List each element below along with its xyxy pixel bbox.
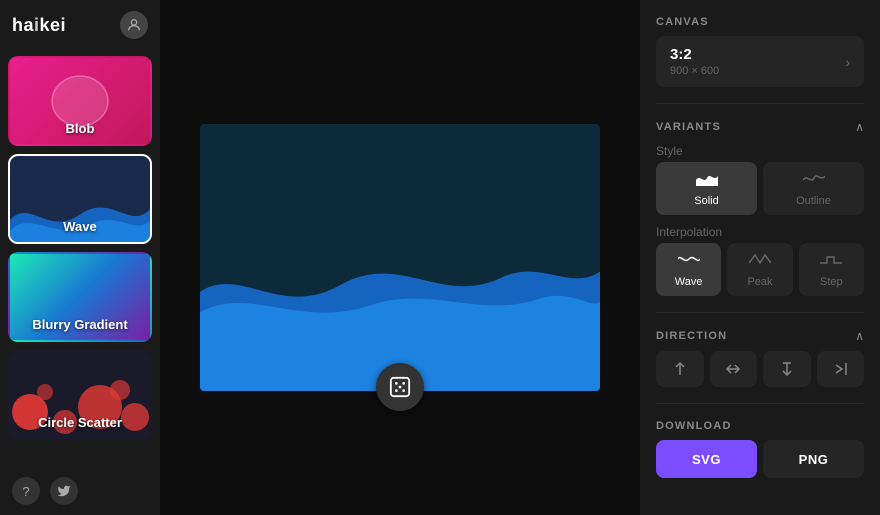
style-label: Style	[656, 144, 864, 158]
variants-section-header: VARIANTS ∧	[656, 120, 864, 134]
sidebar-items: Blob Wave Blurry Gradient	[0, 50, 160, 467]
help-icon[interactable]: ?	[12, 477, 40, 505]
direction-down-btn[interactable]	[763, 351, 811, 387]
interpolation-label: Interpolation	[656, 225, 864, 239]
download-section: DOWNLOAD SVG PNG	[656, 420, 864, 478]
canvas-dimensions: 900 × 600	[670, 65, 719, 77]
solid-icon	[696, 170, 718, 191]
step-icon	[820, 251, 842, 272]
wave-interp-icon	[678, 251, 700, 272]
sidebar-footer: ?	[0, 467, 160, 515]
style-group: Style Solid Outline	[656, 144, 864, 215]
interp-wave-btn[interactable]: Wave	[656, 243, 721, 296]
sidebar-item-circle-scatter-label: Circle Scatter	[10, 415, 150, 430]
style-btn-group: Solid Outline	[656, 162, 864, 215]
peak-icon	[749, 251, 771, 272]
divider-2	[656, 312, 864, 313]
interpolation-group: Interpolation Wave P	[656, 225, 864, 296]
logo: haikei	[12, 15, 66, 36]
style-solid-label: Solid	[694, 195, 718, 207]
interp-peak-label: Peak	[747, 276, 772, 288]
divider-1	[656, 103, 864, 104]
sidebar-item-wave-label: Wave	[10, 219, 150, 234]
direction-section-title: DIRECTION	[656, 330, 727, 342]
avatar-icon[interactable]	[120, 11, 148, 39]
canvas-size-info: 3:2 900 × 600	[670, 46, 719, 77]
direction-up-btn[interactable]	[710, 351, 758, 387]
main-area	[160, 0, 640, 515]
interpolation-btn-group: Wave Peak Step	[656, 243, 864, 296]
interp-wave-label: Wave	[675, 276, 703, 288]
style-outline-btn[interactable]: Outline	[763, 162, 864, 215]
variants-chevron-icon: ∧	[855, 120, 864, 134]
direction-section: DIRECTION ∧	[656, 329, 864, 387]
right-panel: CANVAS 3:2 900 × 600 › VARIANTS ∧ Style	[640, 0, 880, 515]
variants-section-title: VARIANTS	[656, 121, 721, 133]
outline-icon	[803, 170, 825, 191]
style-outline-label: Outline	[796, 195, 831, 207]
direction-left-btn[interactable]	[656, 351, 704, 387]
canvas-section-title: CANVAS	[656, 16, 864, 28]
sidebar-item-circle-scatter[interactable]: Circle Scatter	[8, 350, 152, 440]
direction-btn-group	[656, 351, 864, 387]
direction-right-btn[interactable]	[817, 351, 865, 387]
sidebar-header: haikei	[0, 0, 160, 50]
download-btn-group: SVG PNG	[656, 440, 864, 478]
sidebar-item-blob[interactable]: Blob	[8, 56, 152, 146]
sidebar-item-blurry-gradient[interactable]: Blurry Gradient	[8, 252, 152, 342]
sidebar-item-wave[interactable]: Wave	[8, 154, 152, 244]
download-png-btn[interactable]: PNG	[763, 440, 864, 478]
sidebar-item-blurry-label: Blurry Gradient	[10, 317, 150, 332]
canvas-preview	[200, 124, 600, 391]
download-section-title: DOWNLOAD	[656, 420, 864, 432]
direction-chevron-icon: ∧	[855, 329, 864, 343]
twitter-icon[interactable]	[50, 477, 78, 505]
divider-3	[656, 403, 864, 404]
interp-step-label: Step	[820, 276, 843, 288]
style-solid-btn[interactable]: Solid	[656, 162, 757, 215]
sidebar: haikei Blob Wave	[0, 0, 160, 515]
canvas-section: CANVAS 3:2 900 × 600 ›	[656, 16, 864, 87]
download-svg-btn[interactable]: SVG	[656, 440, 757, 478]
direction-section-header: DIRECTION ∧	[656, 329, 864, 343]
canvas-ratio: 3:2	[670, 46, 719, 63]
interp-step-btn[interactable]: Step	[799, 243, 864, 296]
canvas-size-selector[interactable]: 3:2 900 × 600 ›	[656, 36, 864, 87]
interp-peak-btn[interactable]: Peak	[727, 243, 792, 296]
sidebar-item-blob-label: Blob	[10, 121, 150, 136]
randomize-button[interactable]	[376, 363, 424, 411]
variants-section: VARIANTS ∧ Style Solid	[656, 120, 864, 296]
canvas-chevron-icon: ›	[845, 54, 850, 70]
